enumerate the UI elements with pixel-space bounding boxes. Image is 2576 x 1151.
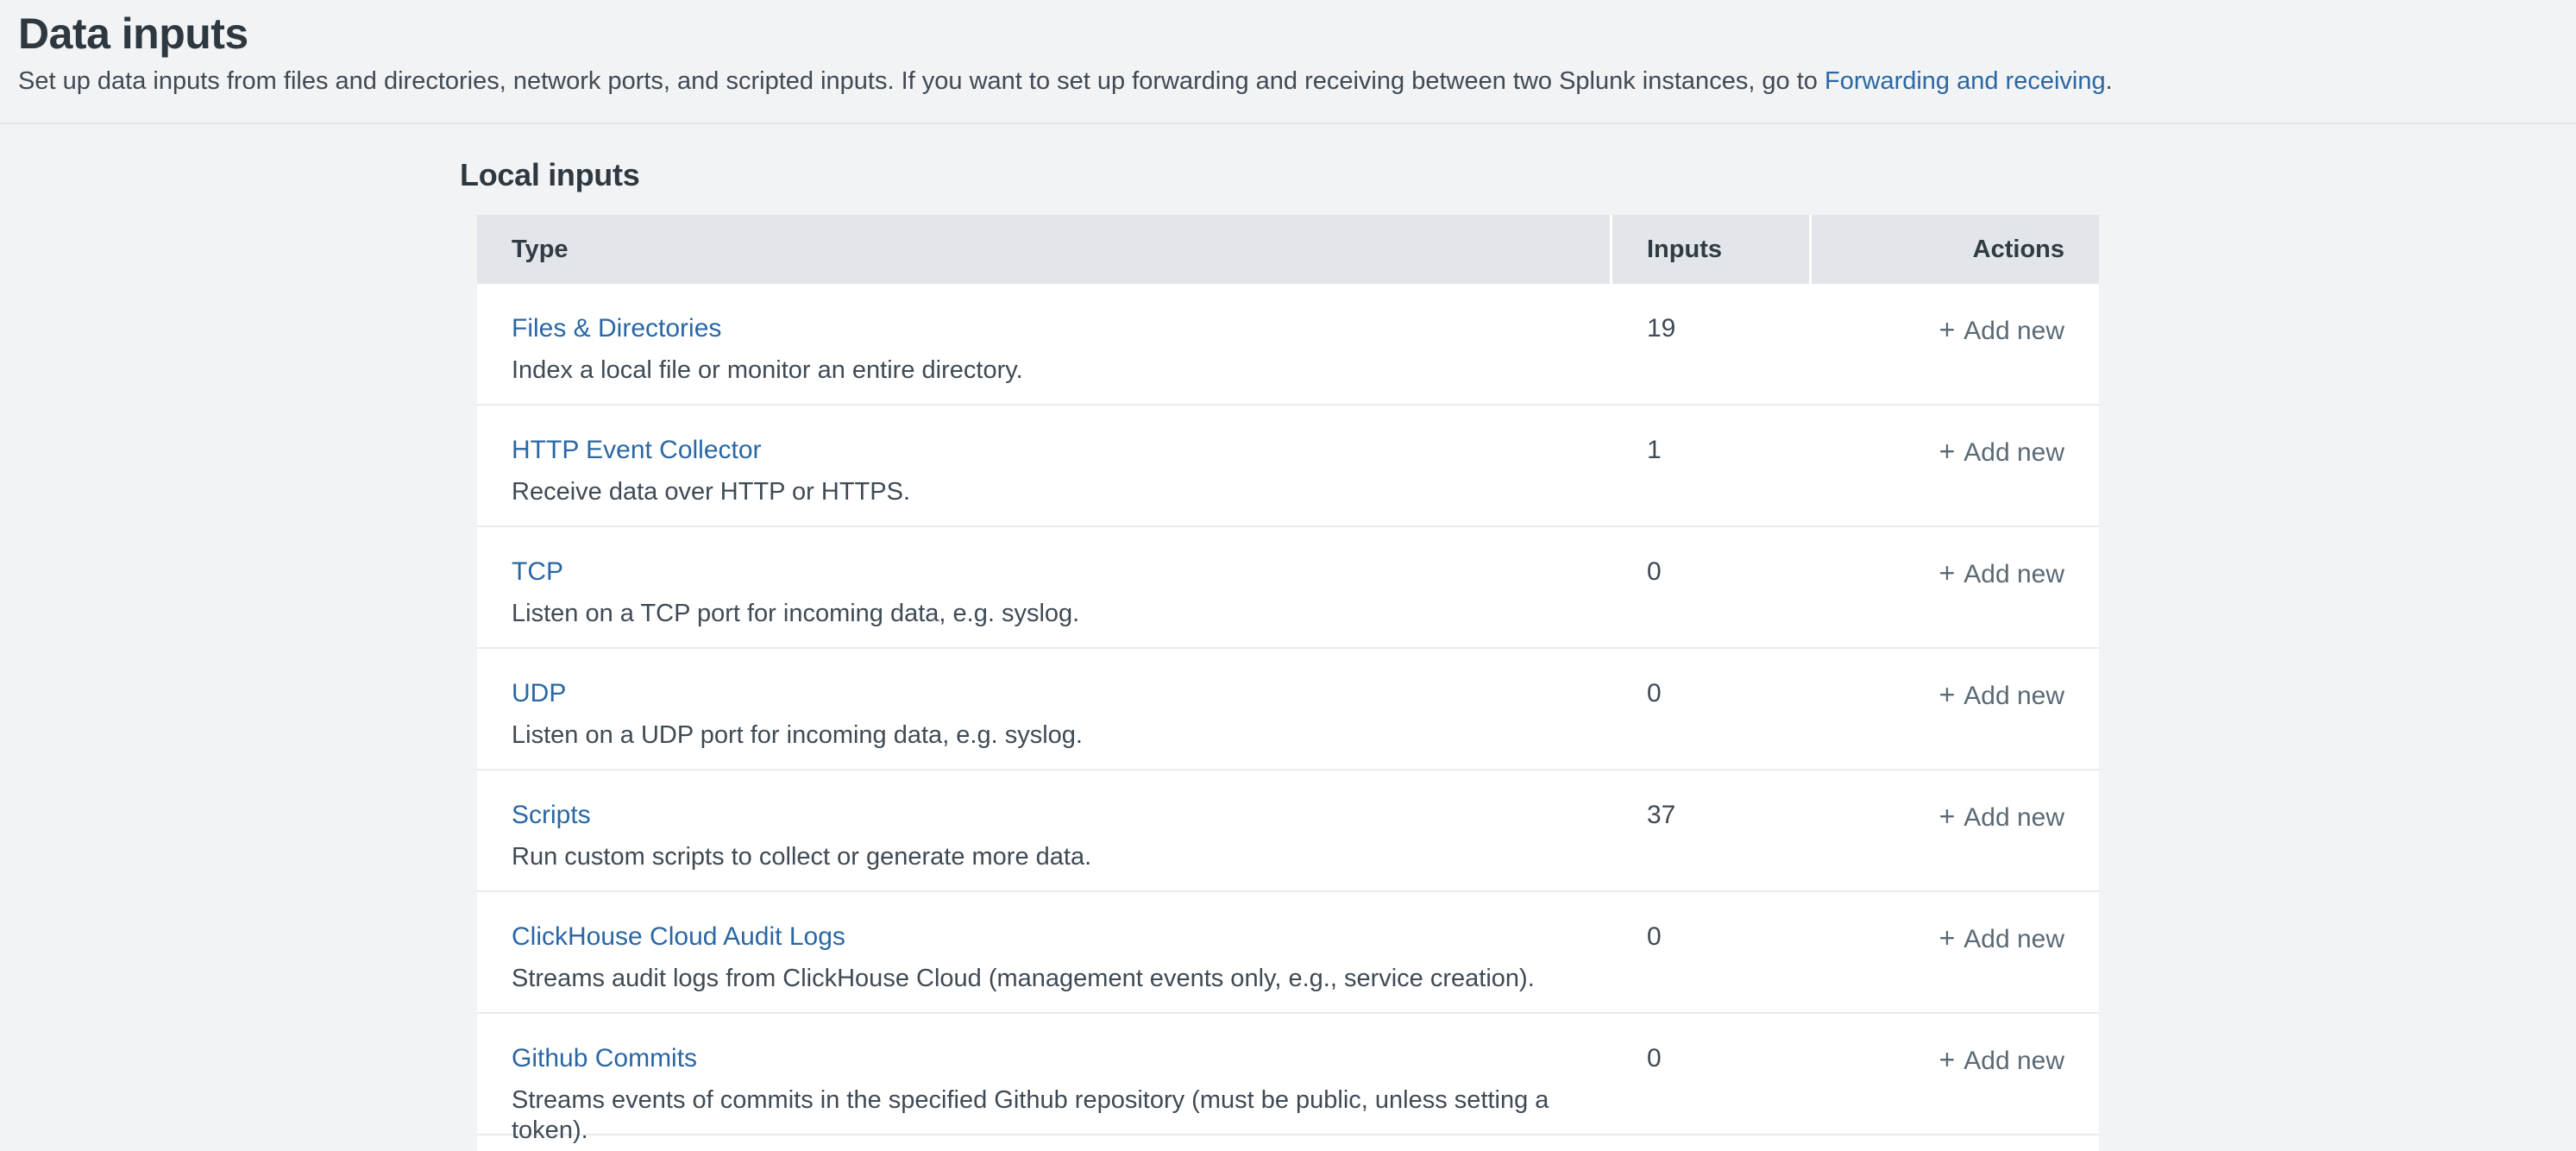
input-type-description: Listen on a TCP port for incoming data, … — [512, 599, 1575, 629]
column-header-actions: Actions — [1812, 215, 2099, 284]
add-new-button[interactable]: +Add new — [1939, 678, 2064, 712]
actions-cell: +Add new — [1812, 892, 2099, 1012]
table-row: TCP Listen on a TCP port for incoming da… — [477, 527, 2099, 649]
inputs-count: 1 — [1647, 436, 1662, 464]
input-type-description: Receive data over HTTP or HTTPS. — [512, 477, 1575, 507]
column-header-type: Type — [477, 215, 1610, 284]
add-new-button[interactable]: +Add new — [1939, 800, 2064, 833]
add-new-button[interactable]: +Add new — [1939, 435, 2064, 469]
type-cell: HTTP Event Collector Receive data over H… — [477, 406, 1610, 525]
add-new-button[interactable]: +Add new — [1939, 1043, 2064, 1077]
actions-cell: +Add new — [1812, 284, 2099, 404]
plus-icon: + — [1939, 800, 1956, 833]
type-cell: Github Commits Streams events of commits… — [477, 1014, 1610, 1134]
input-type-description: Index a local file or monitor an entire … — [512, 355, 1575, 386]
page-header: Data inputs Set up data inputs from file… — [0, 0, 2576, 124]
type-cell: Scripts Run custom scripts to collect or… — [477, 770, 1610, 890]
table-row: UDP Listen on a UDP port for incoming da… — [477, 649, 2099, 770]
type-cell: ClickHouse Cloud Audit Logs Streams audi… — [477, 892, 1610, 1012]
inputs-count: 37 — [1647, 801, 1675, 829]
section-title-local-inputs: Local inputs — [460, 157, 2576, 193]
add-new-button[interactable]: +Add new — [1939, 557, 2064, 590]
input-type-description: Listen on a UDP port for incoming data, … — [512, 720, 1575, 751]
forwarding-and-receiving-link[interactable]: Forwarding and receiving — [1825, 67, 2106, 95]
inputs-count: 0 — [1647, 922, 1662, 951]
input-type-description: Streams events of commits in the specifi… — [512, 1085, 1575, 1146]
inputs-count: 0 — [1647, 557, 1662, 586]
page-subtitle-text: Set up data inputs from files and direct… — [18, 67, 1825, 95]
type-cell: Files & Directories Index a local file o… — [477, 284, 1610, 404]
inputs-count-cell: 1 — [1612, 406, 1809, 525]
input-type-link[interactable]: Files & Directories — [512, 313, 721, 344]
input-type-description: Run custom scripts to collect or generat… — [512, 842, 1575, 872]
input-type-link[interactable]: HTTP Event Collector — [512, 435, 762, 466]
plus-icon: + — [1939, 921, 1956, 954]
add-new-button[interactable]: +Add new — [1939, 313, 2064, 347]
add-new-label: Add new — [1963, 924, 2064, 955]
inputs-count-cell: 37 — [1612, 770, 1809, 890]
inputs-count: 19 — [1647, 314, 1675, 343]
table-header-row: Type Inputs Actions — [477, 215, 2099, 284]
plus-icon: + — [1939, 1043, 1956, 1076]
inputs-count: 0 — [1647, 679, 1662, 708]
inputs-count-cell: 0 — [1612, 892, 1809, 1012]
plus-icon: + — [1939, 313, 1956, 346]
actions-cell: +Add new — [1812, 770, 2099, 890]
actions-cell: +Add new — [1812, 527, 2099, 647]
inputs-count-cell: 0 — [1612, 527, 1809, 647]
plus-icon: + — [1939, 678, 1956, 711]
add-new-label: Add new — [1963, 1046, 2064, 1077]
page-title: Data inputs — [18, 9, 2555, 60]
page-subtitle: Set up data inputs from files and direct… — [18, 66, 2555, 97]
page-subtitle-period: . — [2106, 67, 2113, 95]
inputs-count-cell: 0 — [1612, 1014, 1809, 1134]
plus-icon: + — [1939, 557, 1956, 589]
table-row: Scripts Run custom scripts to collect or… — [477, 770, 2099, 892]
table-row: HTTP Event Collector Receive data over H… — [477, 406, 2099, 527]
add-new-button[interactable]: +Add new — [1939, 921, 2064, 955]
inputs-count: 0 — [1647, 1044, 1662, 1072]
add-new-label: Add new — [1963, 559, 2064, 590]
actions-cell: +Add new — [1812, 649, 2099, 769]
plus-icon: + — [1939, 435, 1956, 468]
add-new-label: Add new — [1963, 802, 2064, 833]
inputs-count-cell: 0 — [1612, 649, 1809, 769]
input-type-description: Streams audit logs from ClickHouse Cloud… — [512, 964, 1575, 994]
add-new-label: Add new — [1963, 437, 2064, 469]
input-type-link[interactable]: UDP — [512, 678, 566, 709]
add-new-label: Add new — [1963, 681, 2064, 712]
add-new-label: Add new — [1963, 316, 2064, 347]
type-cell: UDP Listen on a UDP port for incoming da… — [477, 649, 1610, 769]
input-type-link[interactable]: TCP — [512, 557, 563, 588]
column-header-inputs: Inputs — [1612, 215, 1809, 284]
input-type-link[interactable]: Github Commits — [512, 1043, 697, 1074]
table-row: Files & Directories Index a local file o… — [477, 284, 2099, 406]
data-inputs-table: Type Inputs Actions Files & Directories … — [477, 215, 2099, 1151]
table-body: Files & Directories Index a local file o… — [477, 284, 2099, 1135]
content-area: Local inputs Type Inputs Actions Files &… — [0, 124, 2576, 1151]
input-type-link[interactable]: Scripts — [512, 800, 591, 831]
inputs-count-cell: 19 — [1612, 284, 1809, 404]
type-cell: TCP Listen on a TCP port for incoming da… — [477, 527, 1610, 647]
table-row: Github Commits Streams events of commits… — [477, 1014, 2099, 1135]
actions-cell: +Add new — [1812, 406, 2099, 525]
input-type-link[interactable]: ClickHouse Cloud Audit Logs — [512, 921, 845, 953]
table-row: ClickHouse Cloud Audit Logs Streams audi… — [477, 892, 2099, 1014]
actions-cell: +Add new — [1812, 1014, 2099, 1134]
